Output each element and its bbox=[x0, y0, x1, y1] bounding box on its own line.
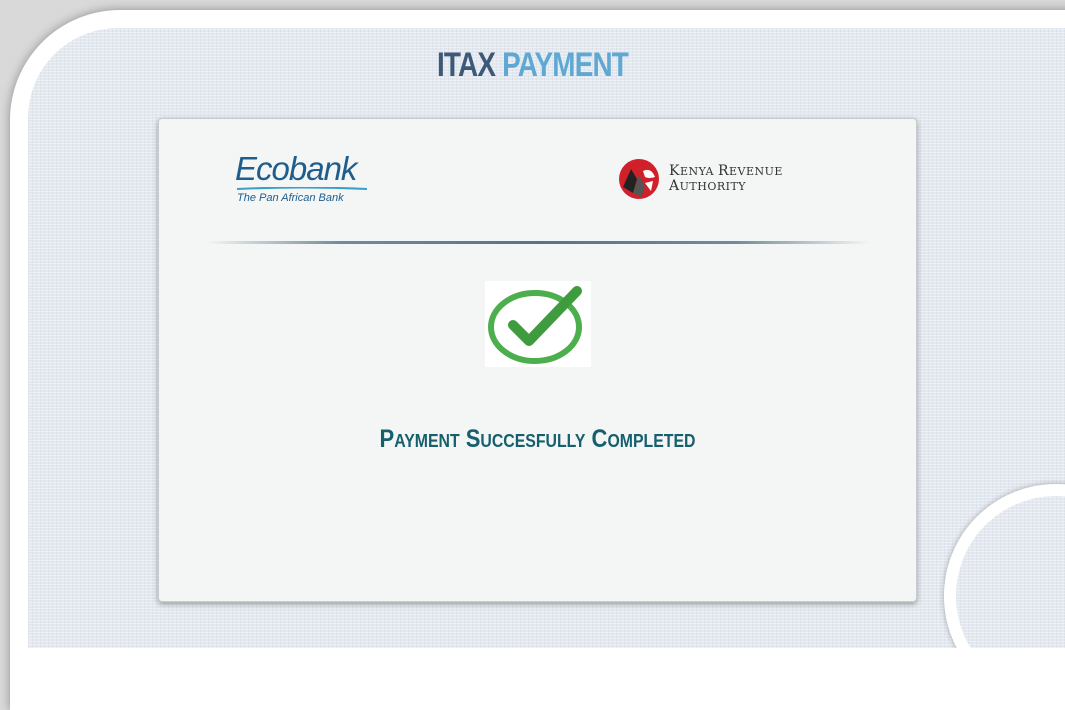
kra-initial-k: K bbox=[669, 163, 680, 179]
decorative-corner bbox=[944, 484, 1065, 648]
header-divider bbox=[207, 241, 869, 244]
success-check-icon bbox=[488, 286, 582, 364]
page-title-itax: ITAX bbox=[436, 46, 496, 84]
payment-status-card: Ecobank The Pan African Bank KENYA REVEN… bbox=[158, 118, 917, 602]
payment-status-message: Payment Succesfully Completed bbox=[379, 425, 696, 453]
ecobank-underline-icon bbox=[237, 187, 367, 190]
kra-logo-line2: AUTHORITY bbox=[669, 179, 783, 194]
kra-logo: KENYA REVENUE AUTHORITY bbox=[617, 155, 783, 203]
kra-word-uthority: UTHORITY bbox=[679, 180, 747, 193]
kra-initial-a: A bbox=[669, 178, 680, 194]
ecobank-logo-name: Ecobank bbox=[235, 150, 357, 187]
kra-word-evenue: EVENUE bbox=[729, 165, 783, 178]
success-icon-container bbox=[485, 281, 591, 367]
kra-logo-text: KENYA REVENUE AUTHORITY bbox=[669, 164, 783, 194]
ecobank-logo: Ecobank The Pan African Bank bbox=[235, 151, 375, 215]
kra-logo-line1: KENYA REVENUE bbox=[669, 164, 783, 179]
kra-word-enya: ENYA bbox=[679, 165, 718, 178]
page-title-payment: PAYMENT bbox=[502, 46, 629, 84]
page-title: ITAX PAYMENT bbox=[96, 45, 969, 85]
kra-lion-icon bbox=[619, 159, 659, 199]
ecobank-logo-tagline: The Pan African Bank bbox=[237, 192, 344, 204]
kra-initial-r: R bbox=[717, 163, 730, 179]
